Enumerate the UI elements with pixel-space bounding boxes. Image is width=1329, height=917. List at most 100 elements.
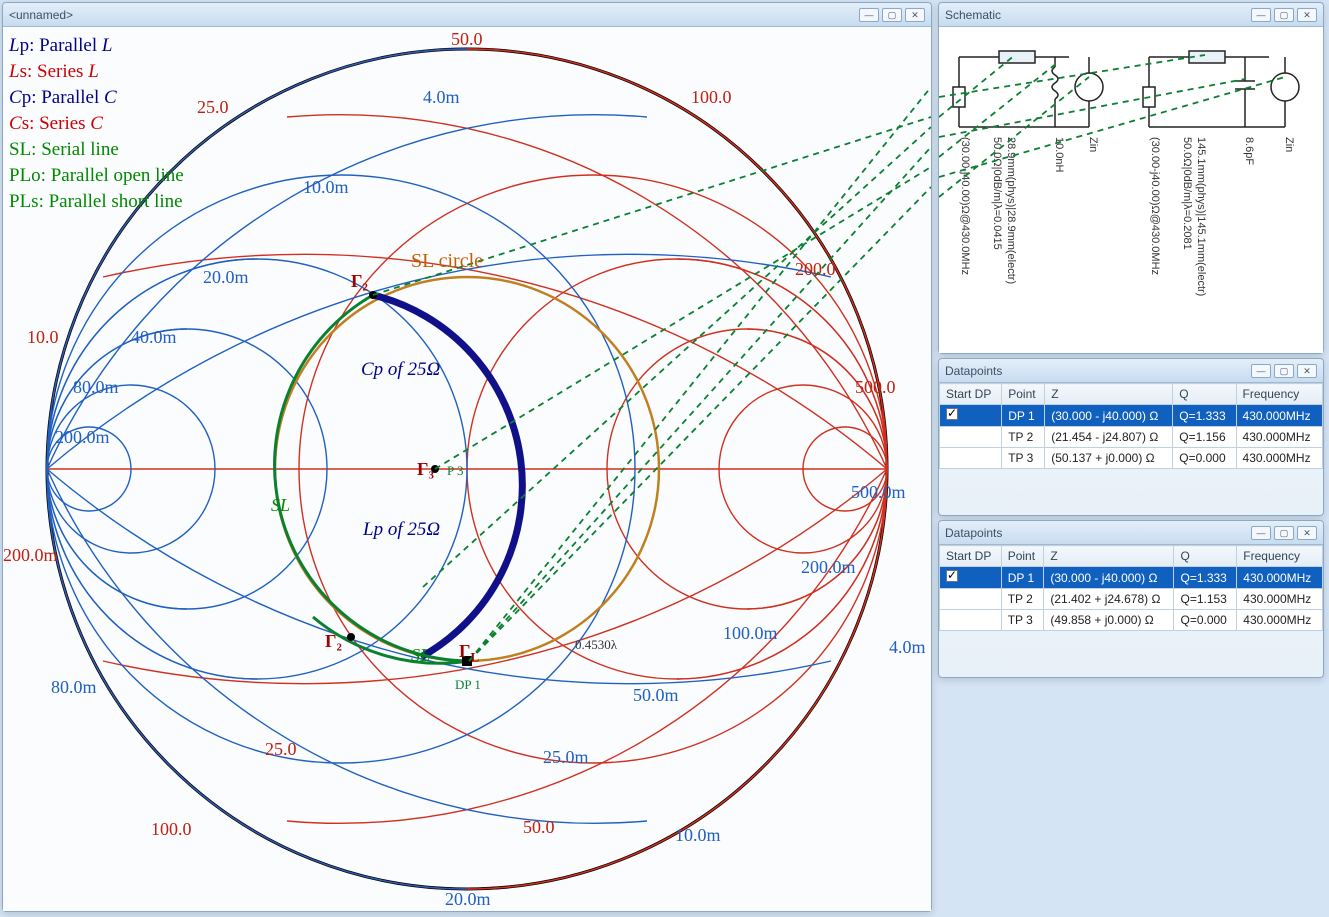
datapoints2-titlebar[interactable]: Datapoints — ▢ ✕ [939, 521, 1323, 545]
dp-col-frequency[interactable]: Frequency [1237, 546, 1323, 567]
sch-zl2: (30.00-j40.00)Ω@430.0MHz [1149, 137, 1161, 275]
gamma1: ΓL [459, 641, 479, 666]
dp-col-point[interactable]: Point [1001, 546, 1044, 567]
sch-tl2a: 50.0Ω|0dB/m|λ=0.2081 [1181, 137, 1193, 250]
lp-label: Lp of 25Ω [363, 519, 440, 541]
sch-ind: 10.0nH [1053, 137, 1065, 172]
start-dp-cell[interactable] [940, 405, 1002, 427]
close-button[interactable]: ✕ [905, 8, 925, 22]
datapoints1-table[interactable]: Start DPPointZQFrequency DP 1(30.000 - j… [939, 383, 1323, 469]
datapoints1-titlebar[interactable]: Datapoints — ▢ ✕ [939, 359, 1323, 383]
close-button[interactable]: ✕ [1297, 8, 1317, 22]
dp-col-start-dp[interactable]: Start DP [940, 384, 1002, 405]
dp-cell-point: TP 2 [1002, 427, 1045, 448]
table-row[interactable]: TP 3(49.858 + j0.000) ΩQ=0.000430.000MHz [940, 610, 1323, 631]
dp-col-point[interactable]: Point [1002, 384, 1045, 405]
sch-cap: 8.6pF [1243, 137, 1255, 165]
schematic-window: Schematic — ▢ ✕ [938, 2, 1324, 354]
legend: Lp: Lp: Parallel LParallel L Ls: Series … [9, 33, 184, 215]
close-button[interactable]: ✕ [1297, 364, 1317, 378]
maximize-button[interactable]: ▢ [882, 8, 902, 22]
gamma2b: Γ₂ [351, 271, 368, 292]
smith-chart-window: <unnamed> — ▢ ✕ [2, 2, 932, 912]
start-dp-cell[interactable] [940, 567, 1002, 589]
dp-cell-z: (49.858 + j0.000) Ω [1044, 610, 1174, 631]
table-row[interactable]: DP 1(30.000 - j40.000) ΩQ=1.333430.000MH… [940, 567, 1323, 589]
sch-zl1: (30.00-j40.00)Ω@430.0MHz [959, 137, 971, 275]
start-dp-checkbox[interactable] [946, 570, 958, 582]
dp-cell-q: Q=1.333 [1173, 405, 1236, 427]
start-dp-cell[interactable] [940, 589, 1002, 610]
schematic-canvas[interactable]: (30.00-j40.00)Ω@430.0MHz 50.0Ω|0dB/m|λ=0… [939, 27, 1323, 353]
gamma2: Γ₂ [325, 631, 342, 652]
sch-tl2b: 145.1mm(phys)|145.1mm(electr) [1195, 137, 1207, 296]
table-row[interactable]: TP 2(21.454 - j24.807) ΩQ=1.156430.000MH… [940, 427, 1323, 448]
sch-tl1b: 28.9mm(phys)|28.9mm(electr) [1005, 137, 1017, 284]
cp-label: Cp of 25Ω [361, 359, 440, 381]
maximize-button[interactable]: ▢ [1274, 526, 1294, 540]
minimize-button[interactable]: — [1251, 364, 1271, 378]
dp-cell-point: TP 2 [1001, 589, 1044, 610]
dp-cell-z: (21.402 + j24.678) Ω [1044, 589, 1174, 610]
dp-cell-z: (30.000 - j40.000) Ω [1044, 567, 1174, 589]
dp-cell-f: 430.000MHz [1236, 405, 1322, 427]
table-row[interactable]: TP 3(50.137 + j0.000) ΩQ=0.000430.000MHz [940, 448, 1323, 469]
dp-cell-z: (30.000 - j40.000) Ω [1045, 405, 1173, 427]
datapoints1-title: Datapoints [945, 364, 1248, 378]
dp-col-z[interactable]: Z [1044, 546, 1174, 567]
smith-chart-area[interactable]: Lp: Lp: Parallel LParallel L Ls: Series … [3, 27, 931, 911]
dp-cell-f: 430.000MHz [1236, 448, 1322, 469]
maximize-button[interactable]: ▢ [1274, 364, 1294, 378]
sch-zin2: Zin [1283, 137, 1295, 152]
dp-cell-q: Q=0.000 [1174, 610, 1237, 631]
dp-cell-z: (50.137 + j0.000) Ω [1045, 448, 1173, 469]
scale-bottom: 20.0m [445, 889, 491, 910]
start-dp-checkbox[interactable] [946, 408, 958, 420]
start-dp-cell[interactable] [940, 427, 1002, 448]
maximize-button[interactable]: ▢ [1274, 8, 1294, 22]
minimize-button[interactable]: — [1251, 526, 1271, 540]
datapoints1-table-area[interactable]: Start DPPointZQFrequency DP 1(30.000 - j… [939, 383, 1323, 515]
sl-circle-label: SL circle [411, 250, 483, 273]
sch-tl1a: 50.0Ω|0dB/m|λ=0.0415 [991, 137, 1003, 250]
dp-col-q[interactable]: Q [1174, 546, 1237, 567]
schematic-title: Schematic [945, 8, 1248, 22]
table-row[interactable]: TP 2(21.402 + j24.678) ΩQ=1.153430.000MH… [940, 589, 1323, 610]
table-row[interactable]: DP 1(30.000 - j40.000) ΩQ=1.333430.000MH… [940, 405, 1323, 427]
close-button[interactable]: ✕ [1297, 526, 1317, 540]
dp-cell-point: DP 1 [1001, 567, 1044, 589]
dp-cell-point: DP 1 [1002, 405, 1045, 427]
minimize-button[interactable]: — [1251, 8, 1271, 22]
datapoints2-table[interactable]: Start DPPointZQFrequency DP 1(30.000 - j… [939, 545, 1323, 631]
scale-top: 50.0 [451, 29, 483, 50]
dp-col-start-dp[interactable]: Start DP [940, 546, 1002, 567]
start-dp-cell[interactable] [940, 610, 1002, 631]
schematic-titlebar[interactable]: Schematic — ▢ ✕ [939, 3, 1323, 27]
sl-label-2: SL [411, 645, 430, 666]
dp-cell-q: Q=1.153 [1174, 589, 1237, 610]
dp-col-z[interactable]: Z [1045, 384, 1173, 405]
start-dp-cell[interactable] [940, 448, 1002, 469]
gamma3: Γ₃ [417, 459, 434, 480]
smith-chart-titlebar[interactable]: <unnamed> — ▢ ✕ [3, 3, 931, 27]
dp-cell-f: 430.000MHz [1236, 427, 1322, 448]
dp1-label: DP 1 [455, 677, 481, 693]
dp-cell-f: 430.000MHz [1237, 589, 1323, 610]
dp-cell-point: TP 3 [1002, 448, 1045, 469]
datapoints2-title: Datapoints [945, 526, 1248, 540]
dp-col-frequency[interactable]: Frequency [1236, 384, 1322, 405]
dp-cell-f: 430.000MHz [1237, 567, 1323, 589]
minimize-button[interactable]: — [859, 8, 879, 22]
dp-cell-q: Q=1.333 [1174, 567, 1237, 589]
smith-chart-title: <unnamed> [9, 8, 856, 22]
dp-cell-f: 430.000MHz [1237, 610, 1323, 631]
wavelength-label: 0.4530λ [575, 637, 617, 653]
dp-cell-q: Q=1.156 [1173, 427, 1236, 448]
dp-cell-q: Q=0.000 [1173, 448, 1236, 469]
dp-cell-z: (21.454 - j24.807) Ω [1045, 427, 1173, 448]
dp-cell-point: TP 3 [1001, 610, 1044, 631]
sl-label-1: SL [271, 495, 290, 516]
datapoints2-table-area[interactable]: Start DPPointZQFrequency DP 1(30.000 - j… [939, 545, 1323, 677]
dp-col-q[interactable]: Q [1173, 384, 1236, 405]
sch-zin1: Zin [1087, 137, 1099, 152]
